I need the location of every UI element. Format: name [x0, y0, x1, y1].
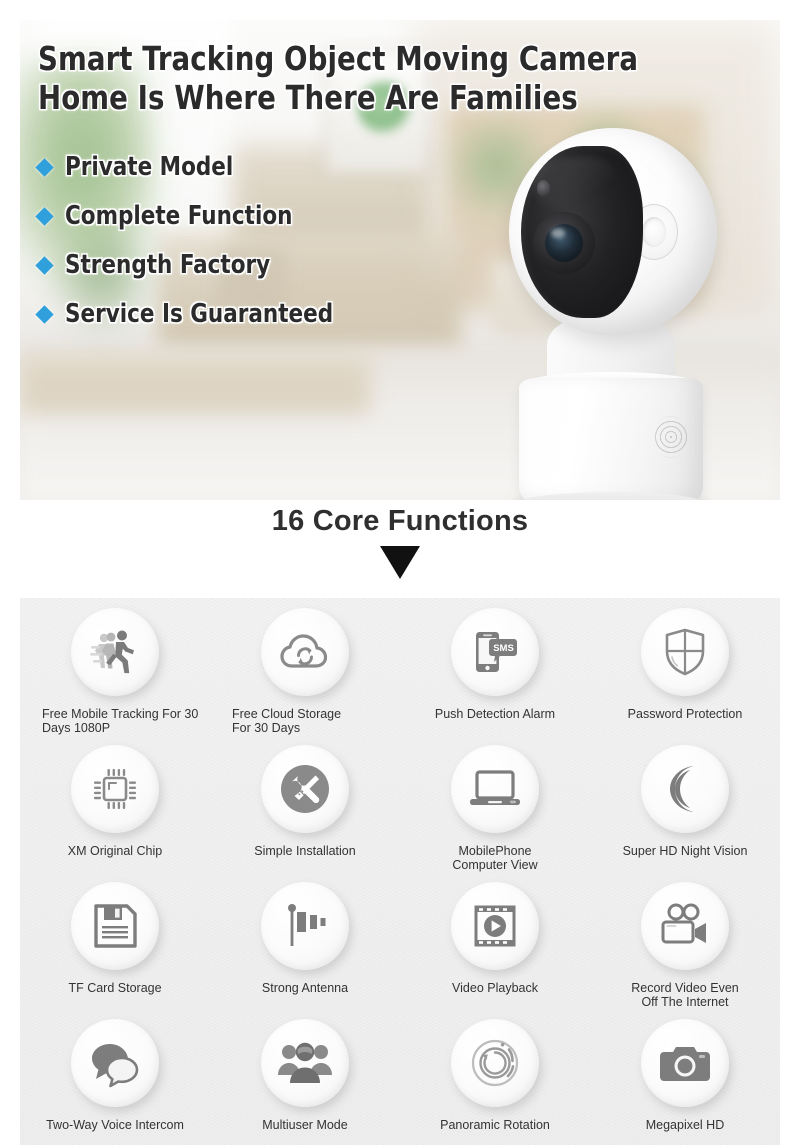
hero-headline: Smart Tracking Object Moving Camera Home…	[38, 39, 652, 118]
floppy-disk-icon	[71, 882, 159, 970]
svg-text:SMS: SMS	[493, 643, 514, 654]
feature-item-simple-installation[interactable]: Simple Installation	[210, 735, 400, 872]
feature-label: Super HD Night Vision	[622, 844, 748, 858]
cloud-sync-icon	[261, 608, 349, 696]
photo-camera-icon	[641, 1019, 729, 1107]
feature-label: Video Playback	[452, 981, 538, 995]
feature-label: Megapixel HD	[645, 1118, 725, 1132]
video-camera-icon	[641, 882, 729, 970]
feature-label: Free Mobile Tracking For 30 Days 1080P	[42, 707, 199, 735]
feature-label: Two-Way Voice Intercom	[46, 1118, 184, 1132]
diamond-bullet-icon	[35, 206, 54, 226]
feature-item-tf-card-storage[interactable]: TF Card Storage	[20, 872, 210, 1009]
running-person-motion-icon	[71, 608, 159, 696]
group-users-icon	[261, 1019, 349, 1107]
feature-label: Strong Antenna	[261, 981, 349, 995]
product-detail-page: Smart Tracking Object Moving Camera Home…	[0, 0, 800, 1145]
feature-label: TF Card Storage	[68, 981, 162, 995]
feature-item-two-way-voice-intercom[interactable]: Two-Way Voice Intercom	[20, 1009, 210, 1145]
headline-line-1: Smart Tracking Object Moving Camera	[38, 39, 639, 78]
laptop-icon	[451, 745, 539, 833]
feature-item-mobilephone-computer-view[interactable]: MobilePhone Computer View	[400, 735, 590, 872]
bullet-label: Service Is Guaranteed	[65, 299, 334, 329]
feature-label: Multiuser Mode	[262, 1118, 348, 1132]
feature-item-record-video-offline[interactable]: Record Video Even Off The Internet	[590, 872, 780, 1009]
shield-icon	[641, 608, 729, 696]
list-item: Strength Factory	[35, 250, 356, 280]
feature-label: MobilePhone Computer View	[452, 844, 538, 872]
chevron-down-arrow-icon	[380, 546, 420, 579]
wrench-screwdriver-icon	[261, 745, 349, 833]
list-item: Complete Function	[35, 201, 356, 231]
speaker-grille	[653, 416, 689, 458]
feature-grid-panel: Free Mobile Tracking For 30 Days 1080P F…	[20, 598, 780, 1145]
section-heading-block: 16 Core Functions	[0, 505, 800, 579]
rotation-arrow-icon	[451, 1019, 539, 1107]
feature-label: Record Video Even Off The Internet	[631, 981, 739, 1009]
feature-label: Panoramic Rotation	[440, 1118, 550, 1132]
bullet-label: Strength Factory	[65, 250, 271, 280]
bullet-label: Private Model	[65, 152, 234, 182]
film-play-icon	[451, 882, 539, 970]
hero-banner: Smart Tracking Object Moving Camera Home…	[20, 20, 780, 500]
feature-item-free-mobile-tracking[interactable]: Free Mobile Tracking For 30 Days 1080P	[20, 598, 210, 735]
feature-label: Simple Installation	[254, 844, 356, 858]
diamond-bullet-icon	[35, 304, 54, 324]
security-camera-product-image	[475, 120, 750, 500]
feature-item-password-protection[interactable]: Password Protection	[590, 598, 780, 735]
page-title: 16 Core Functions	[271, 505, 529, 537]
crescent-moon-icon	[641, 745, 729, 833]
feature-item-free-cloud-storage[interactable]: Free Cloud Storage For 30 Days	[210, 598, 400, 735]
diamond-bullet-icon	[35, 157, 54, 177]
feature-item-multiuser-mode[interactable]: Multiuser Mode	[210, 1009, 400, 1145]
feature-label: XM Original Chip	[67, 844, 163, 858]
feature-item-xm-original-chip[interactable]: XM Original Chip	[20, 735, 210, 872]
phone-sms-alert-icon: SMS	[451, 608, 539, 696]
feature-item-video-playback[interactable]: Video Playback	[400, 872, 590, 1009]
hero-bullet-list: Private Model Complete Function Strength…	[35, 152, 356, 329]
antenna-signal-icon	[261, 882, 349, 970]
headline-line-2: Home Is Where There Are Families	[38, 77, 578, 117]
microchip-icon	[71, 745, 159, 833]
feature-label: Free Cloud Storage For 30 Days	[232, 707, 342, 735]
feature-grid: Free Mobile Tracking For 30 Days 1080P F…	[20, 598, 780, 1145]
feature-item-strong-antenna[interactable]: Strong Antenna	[210, 872, 400, 1009]
list-item: Private Model	[35, 152, 356, 182]
feature-item-super-hd-night-vision[interactable]: Super HD Night Vision	[590, 735, 780, 872]
speech-bubbles-icon	[71, 1019, 159, 1107]
feature-label: Password Protection	[627, 707, 743, 721]
feature-item-megapixel-hd[interactable]: Megapixel HD	[590, 1009, 780, 1145]
bullet-label: Complete Function	[65, 201, 293, 231]
diamond-bullet-icon	[35, 255, 54, 275]
list-item: Service Is Guaranteed	[35, 299, 356, 329]
feature-label: Push Detection Alarm	[434, 707, 556, 721]
feature-item-panoramic-rotation[interactable]: Panoramic Rotation	[400, 1009, 590, 1145]
feature-item-push-detection-alarm[interactable]: SMS Push Detection Alarm	[400, 598, 590, 735]
